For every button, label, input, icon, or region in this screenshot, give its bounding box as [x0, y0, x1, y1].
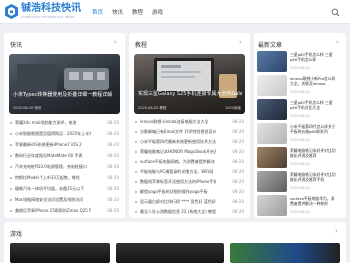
article-date: 2025-08-20 [290, 162, 311, 166]
jiaocheng-hero-caption: 实现三星Galaxy S25手机连接专属大全的Galaxy [138, 91, 242, 97]
article-title: lenovo联想小新Pro怎么样大全，关联及lenovo [290, 76, 336, 86]
article-date: 2025-08-20 [290, 90, 311, 94]
jiaocheng-heading: 教程 [135, 42, 148, 49]
logo-icon [5, 4, 18, 19]
article-thumbnail [257, 99, 287, 120]
youxi-heading: 游戏 [10, 231, 23, 238]
list-item[interactable]: 摄像汽车一体机平均值，赤霞35元以下 08-20 [10, 186, 119, 193]
game-thumbnail[interactable] [116, 243, 224, 263]
list-item[interactable]: 苹果最新iOS系统更新iPhone7 iOS 2 08-20 [10, 142, 119, 149]
nav-item-kuaixun[interactable]: 快讯 [112, 8, 123, 16]
list-item[interactable]: 数据线苹果标签开设使用方法的iPhone手机 08-20 [135, 179, 244, 186]
article-item[interactable]: 荣耀电脑笔记本好评对比功能化评测及推荐 2025-08-20 [257, 147, 339, 170]
latest-card: 最新文章 › 三星p60手机怎么样 三星p60手机怎么样 2025-08-20 … [254, 33, 346, 218]
jiaocheng-hero-views: 1000阅读 [225, 106, 241, 110]
article-title: 荣耀电脑笔记本好评对比功能化评测及推荐手机 [290, 172, 336, 182]
list-item[interactable]: 平板电脑与PC端登录的详细方法，WiFi网 08-20 [135, 169, 244, 176]
article-thumbnail [257, 147, 287, 168]
jiaocheng-hero-meta: 2025-08-20 教程 [138, 106, 167, 110]
article-item[interactable]: surface平板电脑华为，消费者提供解决一种样的surface 2025-08… [257, 195, 339, 218]
search-icon[interactable] [331, 8, 340, 17]
game-thumbnail[interactable] [230, 243, 340, 263]
article-date: 2025-08-20 [290, 66, 311, 70]
article-item[interactable]: 三星p60手机怎么样 三星p60手机对比大全 2025-08-20 [257, 99, 339, 122]
kuaixun-heading: 快讯 [10, 42, 23, 49]
list-item[interactable]: Mac电脑网络安全访问设置及排除访问 08-20 [10, 197, 119, 204]
article-item[interactable]: 三星p60手机怎么样 三星p60手机怎么样 2025-08-20 [257, 51, 339, 74]
jiaocheng-more-link[interactable]: › [239, 38, 242, 46]
article-date: 2025-08-20 [290, 210, 311, 214]
list-item[interactable]: 解锁yoga平板的详细的操作yoga平板 08-20 [135, 189, 244, 196]
kuaixun-card: 快讯 › 小米Typec转换器使用及折叠详细一教程详解 2025-08-20 快… [4, 33, 125, 218]
article-item[interactable]: lenovo联想小新Pro怎么样大全，关联及lenovo 2025-08-20 [257, 75, 339, 98]
list-item[interactable]: 小米平板第四代最新系统更新使用技术方法 08-20 [135, 139, 244, 146]
article-date: 2025-08-20 [290, 138, 311, 142]
article-title: 小米平板第四代怎么样关于平板的价格p60联系列 [290, 124, 336, 134]
list-item[interactable]: surface平板电脑网络，为消费者提供解决 08-20 [135, 159, 244, 166]
site-logo[interactable]: 铖浩科技快讯 CHENGHAO TECHNOLOGY NEWS [4, 3, 86, 21]
article-thumbnail [257, 75, 287, 96]
list-item[interactable]: 荣耀电脑笔记本HONOR MagicBook开启及 08-20 [135, 149, 244, 156]
game-thumbnail[interactable] [10, 243, 110, 263]
nav-item-jiaocheng[interactable]: 教程 [132, 8, 143, 16]
nav-item-home[interactable]: 首页 [92, 8, 103, 16]
article-title: 三星p60手机怎么样 三星p60手机对比大全 [290, 100, 333, 110]
list-item[interactable]: 显示器白屏对比排行榜 **** 显色好 蓝色好 08-20 [135, 199, 244, 206]
list-item[interactable]: 小米智能眼镜是否值得购买：2025年上半年 08-20 [10, 131, 119, 138]
nav-item-youxi[interactable]: 游戏 [152, 8, 163, 16]
kuaixun-hero[interactable]: 小米Typec转换器使用及折叠详细一教程详解 2025-08-20 快讯 [9, 54, 120, 114]
article-item[interactable]: 小米平板第四代怎么样关于平板的价格p60联系列 2025-08-20 [257, 123, 339, 146]
list-item[interactable]: 最全人社公测数据信息 22 (系统大全) 教程 08-20 [135, 209, 244, 216]
article-title: 三星p60手机怎么样 三星p60手机怎么样 [290, 52, 333, 62]
article-title: 荣耀电脑笔记本好评对比功能化评测及推荐 [290, 148, 336, 158]
latest-heading: 最新文章 [258, 42, 283, 49]
kuaixun-hero-meta: 2025-08-20 快讯 [13, 106, 42, 110]
list-item[interactable]: 美颜后苹果iPhone 15帮帮的Zmax Q25 Pr 08-20 [10, 208, 119, 215]
site-header: 铖浩科技快讯 CHENGHAO TECHNOLOGY NEWS 首页 快讯 教程… [0, 0, 350, 24]
article-date: 2025-08-20 [290, 186, 311, 190]
list-item[interactable]: 特斯拉Model Y上市33万起售，哪些 08-20 [10, 175, 119, 182]
youxi-more-link[interactable]: › [335, 227, 338, 235]
list-item[interactable]: 数码行业年度报告MateMate 60 手表 08-20 [10, 153, 119, 160]
kuaixun-hero-caption: 小米Typec转换器使用及折叠详细一教程详解 [13, 92, 113, 98]
logo-title: 铖浩科技快讯 [21, 3, 81, 14]
list-item[interactable]: 荣耀X4c mini续航能力测评，电池 08-20 [10, 120, 119, 127]
jiaocheng-card: 教程 › 实现三星Galaxy S25手机连接专属大全的Galaxy 2025-… [129, 33, 250, 218]
article-thumbnail [257, 51, 287, 72]
hero-photo [154, 58, 237, 98]
jiaocheng-hero[interactable]: 实现三星Galaxy S25手机连接专属大全的Galaxy 2025-08-20… [134, 54, 245, 114]
list-item[interactable]: lenovo联想小lenda连接电脑方法大全 08-20 [135, 119, 244, 126]
list-item[interactable]: 谷歌邮箱已有Email文件 开学特别视觉设计有哪些08-20 [135, 129, 244, 136]
article-thumbnail [257, 171, 287, 192]
list-item[interactable]: 汽车充电桩PD3.0电源管理，充电桩接口 08-20 [10, 164, 119, 171]
logo-subtitle: CHENGHAO TECHNOLOGY NEWS [21, 15, 75, 19]
article-item[interactable]: 荣耀电脑笔记本好评对比功能化评测及推荐手机 2025-08-20 [257, 171, 339, 194]
article-thumbnail [257, 195, 287, 216]
article-thumbnail [257, 123, 287, 144]
hero-photo [17, 64, 109, 92]
kuaixun-more-link[interactable]: › [114, 38, 117, 46]
article-date: 2025-08-20 [290, 114, 311, 118]
latest-more-link[interactable]: › [336, 38, 339, 46]
article-title: surface平板电脑华为，消费者提供解决一种样的surface [290, 196, 335, 206]
